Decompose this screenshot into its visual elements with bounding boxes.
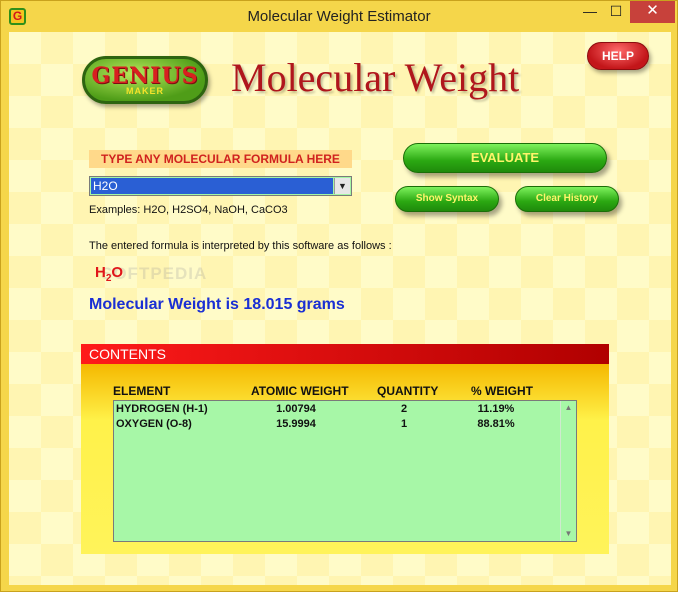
page-title: Molecular Weight	[231, 55, 520, 100]
cell-atomic-weight: 1.00794	[276, 403, 316, 415]
cell-percent-weight: 88.81%	[477, 418, 515, 430]
list-item[interactable]: HYDROGEN (H-1) 1.00794 2 11.19%	[116, 403, 556, 417]
contents-header: CONTENTS	[81, 344, 609, 364]
formula-combobox[interactable]: ▼	[89, 176, 352, 196]
interpretation-text: The entered formula is interpreted by th…	[89, 240, 392, 252]
column-header-percent-weight: % WEIGHT	[471, 384, 533, 398]
examples-text: Examples: H2O, H2SO4, NaOH, CaCO3	[89, 204, 288, 216]
column-header-quantity: QUANTITY	[377, 384, 439, 398]
maximize-button[interactable]: ☐	[603, 1, 629, 23]
cell-element: OXYGEN (O-8)	[116, 418, 192, 430]
formula-h: H	[95, 264, 106, 281]
help-button[interactable]: HELP	[587, 42, 649, 70]
scroll-up-icon[interactable]: ▲	[561, 401, 576, 415]
contents-list[interactable]: HYDROGEN (H-1) 1.00794 2 11.19% OXYGEN (…	[113, 400, 577, 542]
scroll-down-icon[interactable]: ▼	[561, 527, 576, 541]
clear-history-button[interactable]: Clear History	[515, 186, 619, 212]
column-header-element: ELEMENT	[113, 384, 171, 398]
minimize-button[interactable]: —	[577, 1, 603, 23]
genius-maker-logo: GENIUS MAKER	[82, 56, 208, 104]
molecular-weight-result: Molecular Weight is 18.015 grams	[89, 296, 345, 313]
chevron-down-icon[interactable]: ▼	[334, 178, 350, 194]
window-title: Molecular Weight Estimator	[247, 8, 431, 25]
cell-element: HYDROGEN (H-1)	[116, 403, 208, 415]
interpreted-formula: H2O	[95, 264, 155, 286]
evaluate-button[interactable]: EVALUATE	[403, 143, 607, 173]
logo-text-maker: MAKER	[126, 86, 164, 96]
app-window: G Molecular Weight Estimator — ☐ ✕ GENIU…	[0, 0, 678, 592]
formula-o: O	[111, 264, 124, 281]
column-header-atomic-weight: ATOMIC WEIGHT	[251, 384, 349, 398]
cell-atomic-weight: 15.9994	[276, 418, 316, 430]
cell-quantity: 2	[400, 403, 408, 415]
formula-input[interactable]	[91, 178, 333, 194]
list-item[interactable]: OXYGEN (O-8) 15.9994 1 88.81%	[116, 418, 556, 432]
formula-prompt-label: TYPE ANY MOLECULAR FORMULA HERE	[89, 150, 352, 168]
client-area: GENIUS MAKER Molecular Weight HELP TYPE …	[9, 32, 671, 585]
cell-percent-weight: 11.19%	[477, 403, 515, 415]
vertical-scrollbar[interactable]: ▲ ▼	[560, 401, 576, 541]
close-button[interactable]: ✕	[630, 1, 675, 23]
contents-panel: ELEMENT ATOMIC WEIGHT QUANTITY % WEIGHT …	[81, 364, 609, 554]
title-bar[interactable]: G Molecular Weight Estimator — ☐ ✕	[1, 1, 677, 32]
show-syntax-button[interactable]: Show Syntax	[395, 186, 499, 212]
cell-quantity: 1	[400, 418, 408, 430]
